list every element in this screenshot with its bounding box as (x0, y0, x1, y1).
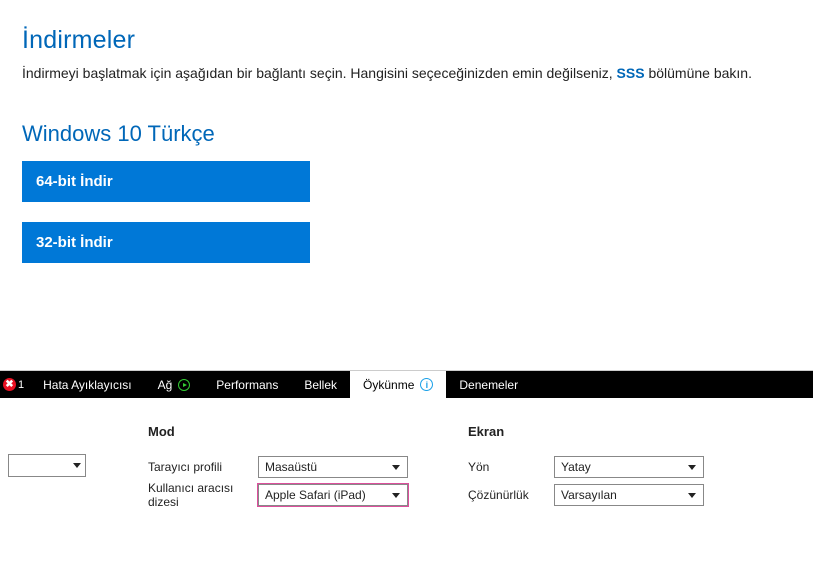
chevron-down-icon (73, 463, 81, 468)
faq-link[interactable]: SSS (617, 65, 645, 81)
tab-network-label: Ağ (158, 378, 173, 392)
mode-column: Mod Tarayıcı profili Masaüstü Kullanıcı … (148, 424, 408, 509)
chevron-down-icon (389, 465, 403, 470)
resolution-value: Varsayılan (561, 488, 617, 502)
tab-emulation[interactable]: Öykünme i (350, 371, 446, 398)
screen-column: Ekran Yön Yatay Çözünürlük Varsayılan (468, 424, 708, 509)
orientation-select[interactable]: Yatay (554, 456, 704, 478)
download-64bit-button[interactable]: 64-bit İndir (22, 161, 310, 202)
tab-network[interactable]: Ağ (145, 371, 204, 398)
devtools-tabstrip: ✖ 1 Hata Ayıklayıcısı Ağ Performans Bell… (0, 371, 813, 398)
record-icon (178, 379, 190, 391)
device-select[interactable] (8, 454, 86, 477)
desc-text-post: bölümüne bakın. (645, 65, 752, 81)
orientation-label: Yön (468, 460, 554, 474)
emulation-left-column (8, 424, 88, 477)
ua-string-value: Apple Safari (iPad) (265, 488, 366, 502)
tab-emulation-label: Öykünme (363, 378, 414, 392)
devtools-panel: ✖ 1 Hata Ayıklayıcısı Ağ Performans Bell… (0, 370, 813, 535)
tab-debugger[interactable]: Hata Ayıklayıcısı (30, 371, 144, 398)
emulation-panel: Mod Tarayıcı profili Masaüstü Kullanıcı … (0, 398, 813, 535)
orientation-value: Yatay (561, 460, 591, 474)
browser-profile-label: Tarayıcı profili (148, 460, 258, 474)
error-indicator[interactable]: ✖ 1 (0, 371, 30, 398)
product-heading: Windows 10 Türkçe (22, 121, 791, 147)
screen-title: Ekran (468, 424, 708, 439)
downloads-description: İndirmeyi başlatmak için aşağıdan bir ba… (22, 63, 791, 85)
resolution-select[interactable]: Varsayılan (554, 484, 704, 506)
tab-performance[interactable]: Performans (203, 371, 291, 398)
info-icon: i (420, 378, 433, 391)
error-icon: ✖ (3, 378, 16, 391)
browser-profile-row: Tarayıcı profili Masaüstü (148, 453, 408, 481)
ua-string-select[interactable]: Apple Safari (iPad) (258, 484, 408, 506)
ua-string-label: Kullanıcı aracısı dizesi (148, 481, 258, 509)
resolution-label: Çözünürlük (468, 488, 554, 502)
browser-profile-select[interactable]: Masaüstü (258, 456, 408, 478)
browser-profile-value: Masaüstü (265, 460, 317, 474)
tab-experiments[interactable]: Denemeler (446, 371, 531, 398)
downloads-heading: İndirmeler (22, 26, 791, 55)
chevron-down-icon (685, 493, 699, 498)
tab-memory[interactable]: Bellek (291, 371, 350, 398)
orientation-row: Yön Yatay (468, 453, 708, 481)
chevron-down-icon (389, 493, 403, 498)
download-32bit-button[interactable]: 32-bit İndir (22, 222, 310, 263)
ua-string-row: Kullanıcı aracısı dizesi Apple Safari (i… (148, 481, 408, 509)
desc-text-pre: İndirmeyi başlatmak için aşağıdan bir ba… (22, 65, 617, 81)
chevron-down-icon (685, 465, 699, 470)
mode-title: Mod (148, 424, 408, 439)
page-content: İndirmeler İndirmeyi başlatmak için aşağ… (0, 0, 813, 370)
error-count: 1 (18, 379, 24, 391)
resolution-row: Çözünürlük Varsayılan (468, 481, 708, 509)
